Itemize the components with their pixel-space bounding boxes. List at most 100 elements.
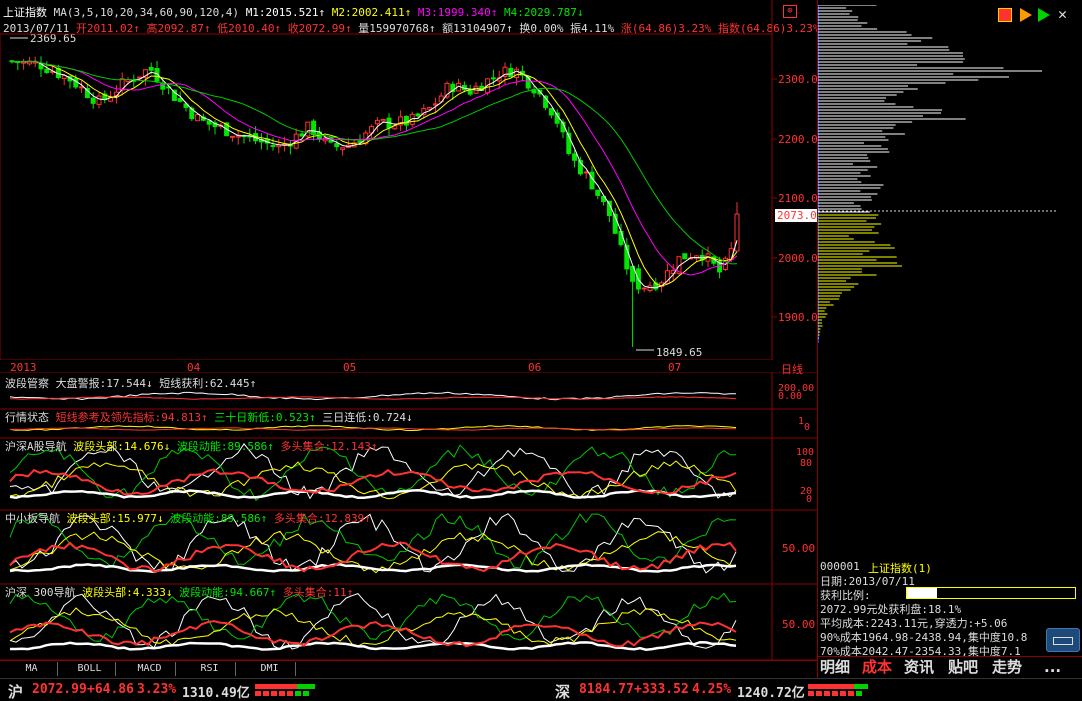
sz-change: +333.52 xyxy=(634,682,689,697)
candle-body xyxy=(490,77,496,80)
tab-boll[interactable]: BOLL xyxy=(64,662,116,676)
candle-body xyxy=(618,231,624,246)
panel5-item-0: 波段头部:4.333↓ xyxy=(82,586,173,599)
sh-label: 沪 xyxy=(8,683,24,701)
panel5-item-2: 多头集合:11↑ xyxy=(282,586,354,599)
candle-body xyxy=(595,189,601,196)
panel4-item-1: 波段动能:89.586↑ xyxy=(170,512,268,525)
candle-body xyxy=(403,115,409,126)
cost-info-panel: 000001 上证指数(1) 日期:2013/07/11 获利比例: 18.1%… xyxy=(818,560,1082,658)
profit-ratio-value: 18.1% xyxy=(959,587,993,600)
price-tick-2000: 2000.0 xyxy=(778,252,818,265)
sh-amount: 1310.49亿 xyxy=(182,686,250,701)
candle-body xyxy=(96,95,102,105)
candle-body xyxy=(415,113,421,117)
price-tick-2300: 2300.0 xyxy=(778,73,818,86)
tab-dmi[interactable]: DMI xyxy=(244,662,296,676)
panel1-tick-0: 0.00 xyxy=(778,391,803,402)
sz-pct: 4.25% xyxy=(692,682,732,697)
panel2-item-0: 短线参考及领先指标:94.813↑ xyxy=(55,411,208,424)
price-tick-2200: 2200.0 xyxy=(778,133,818,146)
stock-terminal: 上证指数 MA(3,5,10,20,34,60,90,120,4) M1:201… xyxy=(0,0,1082,701)
panel5-name[interactable]: 沪深 300导航 xyxy=(5,586,76,599)
candle-body xyxy=(276,144,282,148)
panel4-name[interactable]: 中小板导航 xyxy=(5,512,60,525)
tab-rsi[interactable]: RSI xyxy=(184,662,236,676)
panel2-tick-0: 0 xyxy=(804,422,811,433)
keyboard-icon[interactable] xyxy=(1046,628,1080,652)
panel3-tick-0: 0 xyxy=(806,494,813,505)
tab-news[interactable]: 资讯 xyxy=(904,657,934,677)
panel3-item-0: 波段头部:14.676↓ xyxy=(73,440,171,453)
candle-body xyxy=(374,119,380,125)
candle-body xyxy=(572,153,578,161)
panel3-item-2: 多头集合:12.143↑ xyxy=(280,440,378,453)
profit-ratio-fill xyxy=(907,588,938,598)
candle-body xyxy=(548,108,554,116)
panel5-header: 沪深 300导航 波段头部:4.333↓ 波段动能:94.667↑ 多头集合:1… xyxy=(5,584,353,600)
panel2-name[interactable]: 行情状态 xyxy=(5,411,49,424)
candle-body xyxy=(508,67,514,78)
candle-body xyxy=(270,145,276,148)
sh-pct: 3.23% xyxy=(137,682,177,697)
candle-body xyxy=(229,135,235,138)
panel3-header: 沪深A股导航 波段头部:14.676↓ 波段动能:89.586↑ 多头集合:12… xyxy=(5,438,377,454)
candle-body xyxy=(380,118,386,122)
panel1-name[interactable]: 波段管察 xyxy=(5,377,49,390)
candle-body xyxy=(299,133,305,137)
candlestick-chart[interactable] xyxy=(0,0,818,360)
candle-body xyxy=(514,68,520,79)
panel1-header: 波段管察 大盘警报:17.544↓ 短线获利:62.445↑ xyxy=(5,375,256,391)
sh-change: +64.86 xyxy=(87,682,134,697)
panel4-item-2: 多头集合:12.839↑ xyxy=(273,512,371,525)
ma-line-green xyxy=(11,61,738,265)
panel5-tick-50: 50.00 xyxy=(782,618,816,631)
panel3-tick-80: 80 xyxy=(800,458,813,469)
panel2-item-2: 三日连低:0.724↓ xyxy=(322,411,413,424)
current-price-badge: 2073.0 xyxy=(775,209,819,222)
sz-label: 深 xyxy=(555,683,571,701)
ma-line-magenta xyxy=(11,61,738,276)
tab-ma[interactable]: MA xyxy=(6,662,58,676)
panel5-item-1: 波段动能:94.667↑ xyxy=(179,586,277,599)
panel3-name[interactable]: 沪深A股导航 xyxy=(5,440,67,453)
tab-detail[interactable]: 明细 xyxy=(820,657,850,677)
candle-body xyxy=(305,121,311,137)
panel5-line-red xyxy=(9,620,737,648)
candle-body xyxy=(432,103,438,106)
candle-body xyxy=(148,66,154,71)
right-panel-divider xyxy=(817,0,818,678)
candle-body xyxy=(647,285,653,291)
tab-macd[interactable]: MACD xyxy=(124,662,176,676)
candle-body xyxy=(177,98,183,102)
panel4-tick-50: 50.00 xyxy=(782,542,816,555)
panel3-item-1: 波段动能:89.586↑ xyxy=(176,440,274,453)
sh-breadth-bar xyxy=(255,684,315,696)
candle-body xyxy=(79,86,85,89)
tab-cost[interactable]: 成本 xyxy=(862,657,892,677)
candle-body xyxy=(90,97,96,104)
tab-forum[interactable]: 贴吧 xyxy=(948,657,978,677)
candle-body xyxy=(195,114,201,122)
panel1-item-0: 大盘警报:17.544↓ xyxy=(55,377,153,390)
tab-trend[interactable]: 走势 xyxy=(992,657,1022,677)
candle-body xyxy=(334,143,340,148)
candle-body xyxy=(682,253,688,260)
candle-body xyxy=(427,107,433,110)
chip-distribution-chart xyxy=(818,5,1058,343)
sz-breadth-bar xyxy=(808,684,868,696)
panel2-header: 行情状态 短线参考及领先指标:94.813↑ 三十日新低:0.523↑ 三日连低… xyxy=(5,409,413,425)
panel4-item-0: 波段头部:15.977↓ xyxy=(66,512,164,525)
panel4-header: 中小板导航 波段头部:15.977↓ 波段动能:89.586↑ 多头集合:12.… xyxy=(5,510,371,526)
sz-amount: 1240.72亿 xyxy=(737,686,805,701)
price-tick-1900: 1900.0 xyxy=(778,311,818,324)
candle-body xyxy=(641,287,647,290)
candle-body xyxy=(340,147,346,150)
tab-more[interactable]: ... xyxy=(1044,657,1061,677)
panel1-line-red xyxy=(9,396,737,400)
panel1-item-1: 短线获利:62.445↑ xyxy=(159,377,257,390)
panel3-tick-100: 100 xyxy=(796,447,815,458)
status-bar: 沪 2072.99 +64.86 3.23% 1310.49亿 深 8184.7… xyxy=(0,678,1082,701)
price-tick-2100: 2100.0 xyxy=(778,192,818,205)
panel2-item-1: 三十日新低:0.523↑ xyxy=(214,411,316,424)
